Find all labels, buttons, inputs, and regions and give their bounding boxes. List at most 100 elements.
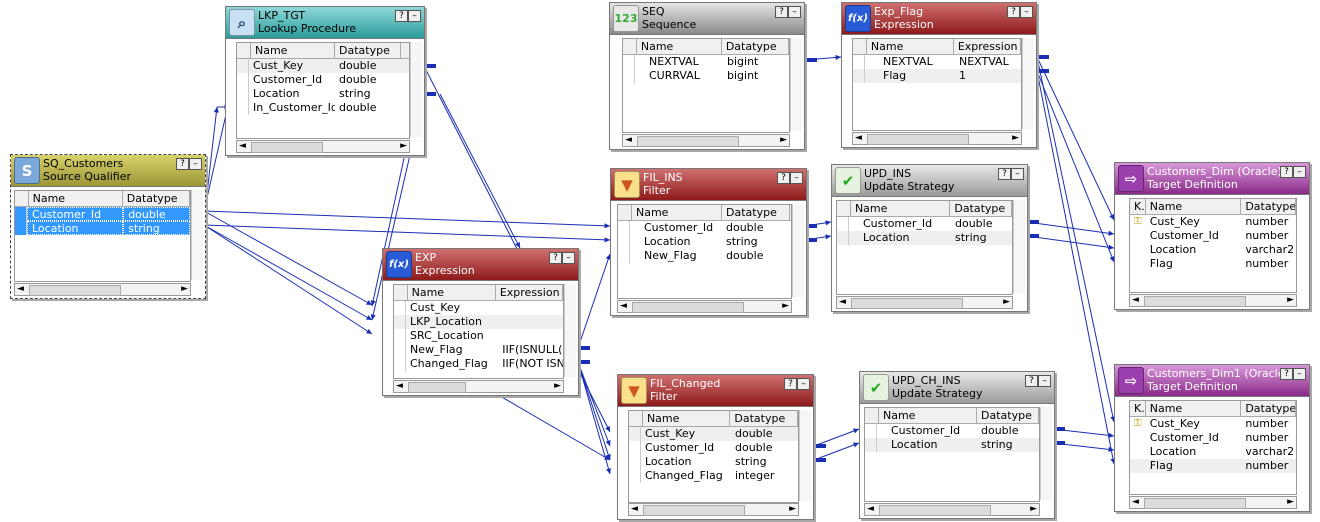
port-row[interactable]: Location string [237,87,409,101]
help-button[interactable]: ? [777,172,790,184]
minimize-button[interactable]: – [562,252,575,264]
column-header-name[interactable]: Name [29,191,123,206]
vertical-scrollbar[interactable] [191,190,203,280]
upd-ins-titlebar[interactable]: ✔ UPD_INS Update Strategy ? – [832,165,1027,197]
column-header-expression[interactable]: Expression [496,285,563,300]
column-header-datatype[interactable]: Datatype [335,43,401,58]
minimize-button[interactable]: – [1020,6,1033,18]
fil-ins-titlebar[interactable]: ▼ FIL_INS Filter ? – [611,169,806,201]
minimize-button[interactable]: – [1038,375,1051,387]
help-button[interactable]: ? [784,378,797,390]
help-button[interactable]: ? [395,10,408,22]
column-header-expression[interactable]: Expression [954,39,1021,54]
vertical-scrollbar[interactable] [1013,200,1025,293]
horizontal-scrollbar[interactable]: ◄ ► [864,503,1040,516]
help-button[interactable]: ? [1007,6,1020,18]
port-row[interactable]: Location varchar2 [1130,243,1296,257]
horizontal-scrollbar[interactable]: ◄ ► [1129,496,1297,509]
exp-flag-transformation[interactable]: f(x) Exp_Flag Expression ? – Name Express… [841,2,1037,148]
port-row[interactable]: Flag number [1130,459,1296,473]
minimize-button[interactable]: – [408,10,421,22]
column-header-datatype[interactable]: Datatype [1241,199,1296,214]
exp-titlebar[interactable]: f(x) EXP Expression ? – [383,249,578,281]
column-header-datatype[interactable]: Datatype [722,39,789,54]
port-row[interactable]: New_Flag double [618,249,791,263]
vertical-scrollbar[interactable] [792,204,804,297]
port-row[interactable]: ⚿ Cust_Key number [1130,417,1296,431]
port-row[interactable]: Location string [865,438,1039,452]
vertical-scrollbar[interactable] [1040,407,1052,500]
column-header-datatype[interactable]: Datatype [1241,401,1296,416]
port-row[interactable]: Customer_Id double [15,207,190,221]
help-button[interactable]: ? [775,6,788,18]
column-header-datatype[interactable]: Datatype [722,205,790,220]
column-header-name[interactable]: Name [643,411,731,426]
port-row[interactable]: SRC_Location [394,329,563,343]
port-row[interactable]: Customer_Id double [865,424,1039,438]
column-header-name[interactable]: Name [867,39,954,54]
column-header-datatype[interactable]: Datatype [977,408,1039,423]
column-header-datatype[interactable]: Datatype [730,411,798,426]
minimize-button[interactable]: – [1011,168,1024,180]
port-row[interactable]: Location varchar2 [1130,445,1296,459]
port-row[interactable]: Customer_Id number [1130,229,1296,243]
column-header-datatype[interactable]: Datatype [950,201,1012,216]
minimize-button[interactable]: – [1293,368,1306,380]
port-row[interactable]: LKP_Location [394,315,563,329]
port-row[interactable]: Location string [837,231,1012,245]
column-header-name[interactable]: Name [1146,199,1242,214]
port-row[interactable]: Location string [618,235,791,249]
upd-ch-ins-titlebar[interactable]: ✔ UPD_CH_INS Update Strategy ? – [860,372,1054,404]
horizontal-scrollbar[interactable]: ◄ ► [836,296,1013,309]
port-row[interactable]: Cust_Key [394,301,563,315]
port-row[interactable]: Changed_Flag IIF(NOT ISNU [394,357,563,371]
column-header-name[interactable]: Name [408,285,496,300]
horizontal-scrollbar[interactable]: ◄ ► [622,134,790,147]
customers-dim-titlebar[interactable]: ⇨ Customers_Dim (Oracle) Target Definiti… [1115,163,1309,195]
column-header-key[interactable]: K. [1130,401,1146,416]
horizontal-scrollbar[interactable]: ◄ ► [1129,294,1297,307]
seq-titlebar[interactable]: 123 SEQ Sequence ? – [610,3,804,35]
column-header-name[interactable]: Name [632,205,722,220]
help-button[interactable]: ? [549,252,562,264]
port-row[interactable]: Customer_Id double [837,217,1012,231]
horizontal-scrollbar[interactable]: ◄ ► [236,140,410,153]
port-row[interactable]: New_Flag IIF(ISNULL(C [394,343,563,357]
port-row[interactable]: Customer_Id number [1130,431,1296,445]
fil-ins-transformation[interactable]: ▼ FIL_INS Filter ? – Name Datatype Custom… [610,168,807,316]
port-row[interactable]: Cust_Key double [629,427,798,441]
fil-changed-transformation[interactable]: ▼ FIL_Changed Filter ? – Name Datatype Cu… [617,374,814,520]
horizontal-scrollbar[interactable]: ◄ ► [628,503,799,516]
minimize-button[interactable]: – [797,378,810,390]
column-header-name[interactable]: Name [1146,401,1242,416]
sq-customers-titlebar[interactable]: S SQ_Customers Source Qualifier ? – [11,155,205,187]
vertical-scrollbar[interactable] [410,42,422,137]
horizontal-scrollbar[interactable]: ◄ ► [852,132,1022,145]
port-row[interactable]: Flag 1 [853,69,1021,83]
port-row[interactable]: Changed_Flag integer [629,469,798,483]
port-row[interactable]: Location string [15,221,190,235]
horizontal-scrollbar[interactable]: ◄ ► [393,380,564,393]
lkp-tgt-titlebar[interactable]: ⌕ LKP_TGT Lookup Procedure ? – [226,7,424,39]
customers-dim1-titlebar[interactable]: ⇨ Customers_Dim1 (Oracle) Target Definit… [1115,365,1309,397]
help-button[interactable]: ? [1280,368,1293,380]
horizontal-scrollbar[interactable]: ◄ ► [14,283,191,296]
port-row[interactable]: Customer_Id double [237,73,409,87]
port-row[interactable]: Customer_Id double [618,221,791,235]
lkp-tgt-transformation[interactable]: ⌕ LKP_TGT Lookup Procedure ? – Name Datat… [225,6,425,156]
seq-transformation[interactable]: 123 SEQ Sequence ? – Name Datatype NEXTVA… [609,2,805,150]
exp-transformation[interactable]: f(x) EXP Expression ? – Name Expression C… [382,248,579,396]
horizontal-scrollbar[interactable]: ◄ ► [617,300,792,313]
vertical-scrollbar[interactable] [564,284,576,377]
upd-ch-ins-transformation[interactable]: ✔ UPD_CH_INS Update Strategy ? – Name Dat… [859,371,1055,519]
port-row[interactable]: NEXTVAL NEXTVAL [853,55,1021,69]
help-button[interactable]: ? [1025,375,1038,387]
minimize-button[interactable]: – [1293,166,1306,178]
minimize-button[interactable]: – [790,172,803,184]
column-header-datatype[interactable]: Datatype [123,191,190,206]
column-header-name[interactable]: Name [879,408,977,423]
column-header-name[interactable]: Name [251,43,335,58]
port-row[interactable]: Customer_Id double [629,441,798,455]
customers-dim-target[interactable]: ⇨ Customers_Dim (Oracle) Target Definiti… [1114,162,1310,310]
port-row[interactable]: ⚿ Cust_Key number [1130,215,1296,229]
